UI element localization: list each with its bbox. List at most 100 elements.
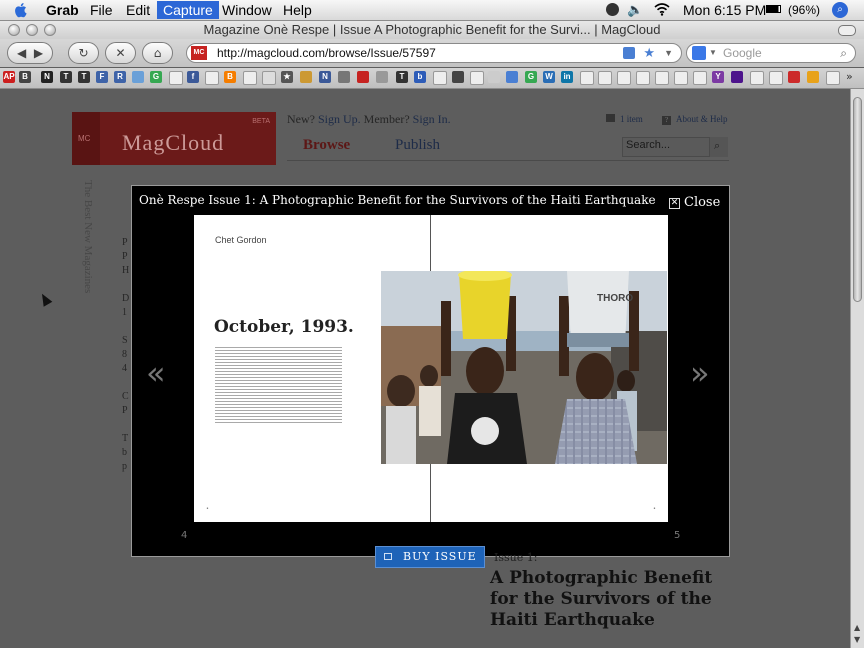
bookmark-ap-icon[interactable]: AP xyxy=(3,71,15,83)
right-page-number: 5 xyxy=(674,530,681,541)
signin-link[interactable]: Sign In. xyxy=(413,112,451,126)
bookmark-red2-icon[interactable] xyxy=(788,71,800,83)
forward-icon[interactable]: ▶ xyxy=(34,46,43,60)
bookmark-f-icon[interactable]: F xyxy=(96,71,108,83)
bookmark-page12-icon[interactable] xyxy=(693,71,707,85)
menu-file[interactable]: File xyxy=(90,1,113,19)
bookmark-n-icon[interactable]: N xyxy=(41,71,53,83)
bookmark-bbc-icon[interactable]: B xyxy=(19,71,31,83)
home-button[interactable]: ⌂ xyxy=(142,42,173,64)
bookmark-globe-icon[interactable] xyxy=(488,71,500,83)
bookmarks-overflow-icon[interactable]: » xyxy=(846,70,853,83)
bookmark-b-icon[interactable]: b xyxy=(414,71,426,83)
bookmark-nyt3-icon[interactable]: T xyxy=(396,71,408,83)
signup-link[interactable]: Sign Up. xyxy=(318,112,361,126)
bookmark-red-icon[interactable] xyxy=(357,71,369,83)
bookmark-page9-icon[interactable] xyxy=(636,71,650,85)
bookmark-star-icon[interactable]: ★ xyxy=(643,44,655,62)
site-search-button[interactable]: ⌕ xyxy=(710,137,728,157)
bookmark-grid-icon[interactable] xyxy=(376,71,388,83)
article-heading: October, 1993. xyxy=(214,317,354,337)
battery-icon[interactable] xyxy=(766,5,781,13)
nav-tab-browse[interactable]: Browse xyxy=(303,137,350,154)
rss-icon[interactable] xyxy=(623,47,635,59)
page-scrollbar[interactable]: ▲ ▼ xyxy=(850,89,864,648)
bookmark-image-icon[interactable] xyxy=(132,71,144,83)
apple-menu-icon[interactable] xyxy=(14,2,28,18)
close-button[interactable]: ✕ Close xyxy=(669,195,720,210)
bookmark-page4-icon[interactable] xyxy=(262,71,276,85)
skype-icon[interactable] xyxy=(606,3,619,16)
magnifier-icon[interactable]: ⌕ xyxy=(840,44,847,62)
bookmark-page-icon[interactable] xyxy=(169,71,183,85)
site-search-input[interactable]: Search... xyxy=(622,137,710,157)
scroll-up-icon[interactable]: ▲ xyxy=(854,623,860,632)
bookmark-star-bm-icon[interactable]: ★ xyxy=(281,71,293,83)
spotlight-icon[interactable]: ⌕ xyxy=(832,2,848,18)
bookmark-blogger-icon[interactable]: B xyxy=(224,71,236,83)
wifi-icon[interactable] xyxy=(654,3,670,16)
cart-link[interactable]: 1 item xyxy=(606,114,643,124)
bookmark-r-icon[interactable]: R xyxy=(114,71,126,83)
menu-window[interactable]: Window xyxy=(222,1,272,19)
back-forward-buttons[interactable]: ◀ ▶ xyxy=(7,42,53,64)
bookmark-facebook-icon[interactable]: f xyxy=(187,71,199,83)
scrollbar-thumb[interactable] xyxy=(853,97,862,302)
menu-edit[interactable]: Edit xyxy=(126,1,150,19)
bookmark-flickr-icon[interactable] xyxy=(300,71,312,83)
previous-page-button[interactable]: « xyxy=(146,354,166,392)
bookmark-page10-icon[interactable] xyxy=(655,71,669,85)
zoom-window-button[interactable] xyxy=(44,24,56,36)
bookmark-page13-icon[interactable] xyxy=(750,71,764,85)
bookmark-linkedin-icon[interactable]: in xyxy=(561,71,573,83)
window-titlebar: Magazine Onè Respe | Issue A Photographi… xyxy=(0,21,864,39)
bookmark-google-icon[interactable]: G xyxy=(150,71,162,83)
magcloud-logo[interactable]: MC MagCloud BETA xyxy=(72,112,276,165)
help-link[interactable]: ? About & Help xyxy=(662,114,728,125)
bookmark-fedex-icon[interactable] xyxy=(731,71,743,83)
scroll-down-icon[interactable]: ▼ xyxy=(854,635,860,644)
issue-headline-line: for the Survivors of the xyxy=(490,589,712,609)
web-search-input[interactable]: Google xyxy=(723,44,762,62)
menu-clock[interactable]: Mon 6:15 PM xyxy=(683,1,766,19)
bookmark-nyt2-icon[interactable]: T xyxy=(78,71,90,83)
bookmark-npr-icon[interactable]: N xyxy=(319,71,331,83)
next-page-button[interactable]: » xyxy=(690,354,710,392)
bookmark-nyt-icon[interactable]: T xyxy=(60,71,72,83)
close-window-button[interactable] xyxy=(8,24,20,36)
reload-button[interactable]: ↻ xyxy=(68,42,99,64)
bookmark-twc-icon[interactable]: W xyxy=(543,71,555,83)
web-search-bar[interactable]: ▼ Google ⌕ xyxy=(686,43,856,63)
volume-icon[interactable]: 🔈 xyxy=(627,2,643,18)
bookmark-wifi-icon[interactable] xyxy=(338,71,350,83)
menu-help[interactable]: Help xyxy=(283,1,312,19)
bookmark-yahoo-icon[interactable]: Y xyxy=(712,71,724,83)
search-engine-dropdown-icon[interactable]: ▼ xyxy=(709,44,717,62)
bookmark-google2-icon[interactable]: G xyxy=(525,71,537,83)
url-text[interactable]: http://magcloud.com/browse/Issue/57597 xyxy=(217,44,436,62)
toolbar-toggle-button[interactable] xyxy=(838,25,856,36)
bookmark-page8-icon[interactable] xyxy=(617,71,631,85)
bookmark-blue-icon[interactable] xyxy=(506,71,518,83)
google-icon[interactable] xyxy=(692,46,706,60)
url-dropdown-icon[interactable]: ▼ xyxy=(664,44,673,62)
bookmark-page15-icon[interactable] xyxy=(826,71,840,85)
bookmark-page7-icon[interactable] xyxy=(598,71,612,85)
bookmark-page11-icon[interactable] xyxy=(674,71,688,85)
minimize-window-button[interactable] xyxy=(26,24,38,36)
bookmark-page3-icon[interactable] xyxy=(243,71,257,85)
bookmark-page6-icon[interactable] xyxy=(580,71,594,85)
stop-button[interactable]: ✕ xyxy=(105,42,136,64)
bookmark-page14-icon[interactable] xyxy=(769,71,783,85)
buy-issue-button[interactable]: BUY ISSUE xyxy=(375,546,485,568)
bookmark-page2-icon[interactable] xyxy=(205,71,219,85)
address-bar[interactable]: MC http://magcloud.com/browse/Issue/5759… xyxy=(186,43,682,63)
nav-tab-publish[interactable]: Publish xyxy=(395,137,440,154)
bookmark-wtl-icon[interactable] xyxy=(470,71,484,85)
bookmark-page5-icon[interactable] xyxy=(433,71,447,85)
menu-capture[interactable]: Capture xyxy=(157,1,219,19)
back-icon[interactable]: ◀ xyxy=(17,46,26,60)
menu-app-grab[interactable]: Grab xyxy=(46,1,79,19)
bookmark-pin-icon[interactable] xyxy=(452,71,464,83)
bookmark-nbc-icon[interactable] xyxy=(807,71,819,83)
